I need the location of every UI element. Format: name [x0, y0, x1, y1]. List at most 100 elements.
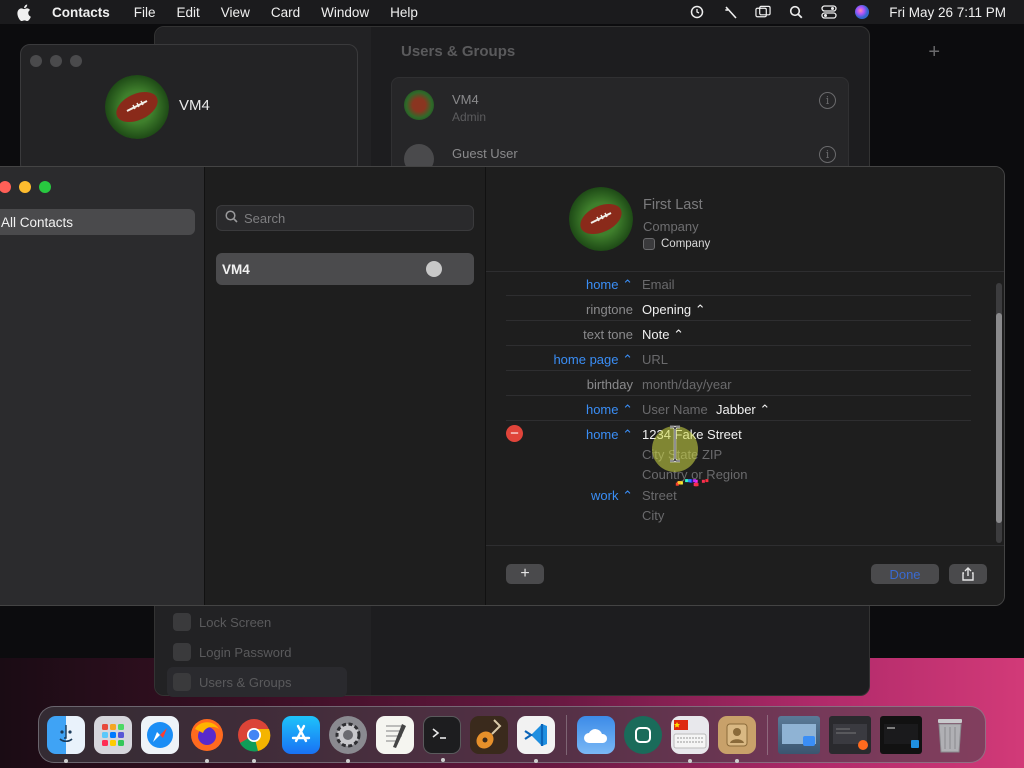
scrollbar-thumb[interactable] — [996, 313, 1002, 523]
sidebar-item-login-password[interactable]: Login Password — [167, 637, 347, 667]
football-avatar — [105, 75, 169, 139]
menu-app-name[interactable]: Contacts — [52, 5, 110, 20]
spotlight-search-icon[interactable] — [788, 4, 804, 20]
share-button[interactable] — [949, 564, 987, 584]
window-preview-icon — [884, 723, 919, 748]
lock-icon — [173, 613, 191, 631]
control-center-icon[interactable] — [821, 4, 837, 20]
dock-launchpad[interactable] — [94, 715, 132, 754]
info-icon[interactable]: i — [819, 92, 836, 109]
sidebar-item-lock-screen[interactable]: Lock Screen — [167, 607, 347, 637]
dock-terminal[interactable] — [423, 715, 461, 762]
im-service-select[interactable]: Jabber ⌃ — [716, 402, 770, 418]
vscode-icon — [524, 723, 547, 746]
users-list: VM4 Admin i Guest User i — [391, 77, 849, 177]
user-name: VM4 — [452, 92, 479, 107]
contacts-window: All Contacts VM4 First Last Company Comp… — [0, 166, 1005, 606]
zoom-button[interactable] — [70, 55, 82, 67]
minimize-button[interactable] — [50, 55, 62, 67]
field-label-address[interactable]: home ⌃ — [586, 427, 633, 443]
im-row: home ⌃ User Name Jabber ⌃ — [506, 396, 971, 421]
menu-view[interactable]: View — [221, 5, 250, 20]
dock — [38, 706, 986, 763]
search-field[interactable] — [216, 205, 474, 231]
field-label-home-page[interactable]: home page ⌃ — [553, 352, 633, 368]
football-avatar[interactable] — [569, 187, 633, 251]
checkbox[interactable] — [643, 238, 655, 250]
scrollbar[interactable] — [996, 283, 1002, 543]
apple-menu-icon[interactable] — [16, 4, 36, 21]
running-indicator — [252, 758, 256, 763]
company-checkbox[interactable]: Company — [643, 238, 710, 250]
dock-recent-1[interactable] — [778, 715, 820, 754]
dock-codex[interactable] — [624, 715, 662, 754]
menu-clock[interactable]: Fri May 26 7:11 PM — [889, 5, 1006, 20]
cloud-icon — [584, 728, 608, 743]
close-button[interactable] — [0, 181, 11, 193]
remove-field-button[interactable]: − — [506, 425, 523, 442]
user-row-vm4[interactable]: VM4 Admin i — [404, 82, 836, 128]
text-cursor-icon — [670, 425, 680, 463]
dock-finder[interactable] — [47, 715, 85, 763]
dock-firefox[interactable] — [188, 716, 226, 763]
field-label-im[interactable]: home ⌃ — [586, 402, 633, 418]
chrome-icon — [238, 718, 271, 751]
username-field[interactable]: User Name — [642, 402, 708, 417]
menu-help[interactable]: Help — [390, 5, 418, 20]
magic-wand-icon[interactable] — [722, 4, 738, 20]
dock-vscode[interactable] — [517, 715, 555, 763]
email-row: home ⌃ Email — [506, 271, 971, 296]
settings-page-title: Users & Groups — [401, 43, 516, 60]
users-icon — [173, 673, 191, 691]
focus-icon[interactable] — [689, 4, 705, 20]
menu-edit[interactable]: Edit — [177, 5, 200, 20]
running-indicator — [441, 757, 445, 762]
terminal-icon — [432, 727, 446, 739]
zoom-button[interactable] — [39, 181, 51, 193]
text-tone-select[interactable]: Note ⌃ — [642, 327, 684, 343]
field-label-text-tone: text tone — [583, 327, 633, 342]
list-item[interactable]: VM4 — [216, 253, 474, 285]
dock-separator — [767, 714, 768, 755]
trash-icon — [938, 718, 962, 752]
group-all-contacts[interactable]: All Contacts — [0, 209, 195, 235]
name-field[interactable]: First Last — [643, 197, 703, 213]
url-field[interactable]: URL — [642, 352, 668, 367]
dock-garageband[interactable] — [470, 715, 508, 754]
running-indicator — [735, 758, 739, 763]
screen-mirroring-icon[interactable] — [755, 4, 771, 20]
email-field[interactable]: Email — [642, 277, 675, 292]
menu-file[interactable]: File — [134, 5, 156, 20]
sidebar-item-users-groups[interactable]: Users & Groups — [167, 667, 347, 697]
dock-recent-3[interactable] — [880, 715, 922, 754]
siri-icon[interactable] — [854, 4, 870, 20]
menu-card[interactable]: Card — [271, 5, 300, 20]
add-icon[interactable]: + — [928, 41, 940, 64]
window-preview-icon — [782, 723, 816, 746]
minimize-button[interactable] — [19, 181, 31, 193]
window-controls — [0, 181, 51, 193]
company-field[interactable]: Company — [643, 219, 699, 234]
firefox-icon — [191, 718, 223, 751]
dock-contacts[interactable] — [718, 715, 756, 763]
dock-keyboard-viewer[interactable] — [671, 715, 709, 763]
menu-bar: Contacts File Edit View Card Window Help… — [0, 0, 1024, 24]
close-button[interactable] — [30, 55, 42, 67]
dock-app-store[interactable] — [282, 715, 320, 754]
dock-system-settings[interactable] — [329, 715, 367, 763]
url-row: home page ⌃ URL — [506, 346, 971, 371]
info-icon[interactable]: i — [819, 146, 836, 163]
done-button[interactable]: Done — [871, 564, 939, 584]
dock-recent-2[interactable] — [829, 715, 871, 754]
menu-window[interactable]: Window — [321, 5, 369, 20]
dock-weather[interactable] — [577, 715, 615, 754]
dock-textedit[interactable] — [376, 715, 414, 754]
add-field-button[interactable]: + — [506, 564, 544, 584]
dock-safari[interactable] — [141, 715, 179, 754]
dock-trash[interactable] — [931, 716, 969, 754]
birthday-field[interactable]: month/day/year — [642, 377, 732, 392]
search-input[interactable] — [244, 210, 464, 226]
ringtone-select[interactable]: Opening ⌃ — [642, 302, 706, 318]
dock-chrome[interactable] — [235, 716, 273, 763]
field-label-email[interactable]: home ⌃ — [586, 277, 633, 293]
